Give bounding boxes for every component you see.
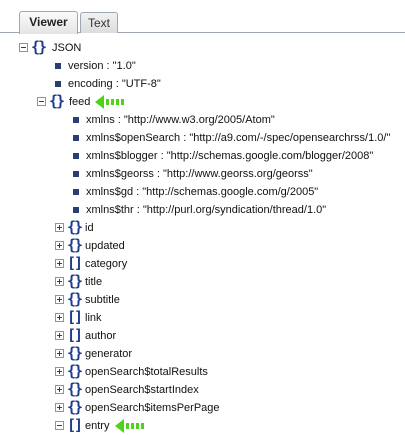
node-label: openSearch$totalResults: [85, 366, 208, 378]
node-label: entry: [85, 420, 110, 432]
node-label: generator: [85, 348, 133, 360]
green-arrow-icon: [115, 419, 144, 433]
node-label: xmlns$gd : "http://schemas.google.com/g/…: [86, 186, 319, 198]
expand-toggle-icon[interactable]: [55, 403, 64, 412]
node-label: xmlns$openSearch : "http://a9.com/-/spec…: [86, 132, 391, 144]
expand-toggle-icon[interactable]: [55, 313, 64, 322]
tree-node-entry[interactable]: [] entry: [55, 417, 165, 435]
array-icon: []: [67, 308, 83, 326]
array-icon: []: [67, 326, 83, 344]
node-label: JSON: [52, 42, 82, 54]
expand-toggle-icon[interactable]: [55, 259, 64, 268]
expand-toggle-icon[interactable]: [55, 223, 64, 232]
leaf-value-icon: [73, 171, 79, 177]
node-label: xmlns$thr : "http://purl.org/syndication…: [86, 204, 327, 216]
node-label: author: [85, 330, 117, 342]
leaf-value-icon: [73, 117, 79, 123]
tab-viewer[interactable]: Viewer: [19, 11, 78, 34]
node-label: openSearch$startIndex: [85, 384, 199, 396]
object-icon: {}: [31, 38, 47, 56]
expand-toggle-icon[interactable]: [55, 349, 64, 358]
leaf-value-icon: [73, 135, 79, 141]
node-label: openSearch$itemsPerPage: [85, 402, 220, 414]
object-icon: {}: [67, 272, 83, 290]
array-icon: []: [67, 416, 83, 434]
expand-toggle-icon[interactable]: [55, 385, 64, 394]
object-icon: {}: [67, 236, 83, 254]
object-icon: {}: [67, 398, 83, 416]
object-icon: {}: [67, 218, 83, 236]
collapse-toggle-icon[interactable]: [55, 421, 64, 430]
node-label: link: [85, 312, 102, 324]
expand-toggle-icon[interactable]: [55, 367, 64, 376]
object-icon: {}: [67, 344, 83, 362]
collapse-toggle-icon[interactable]: [19, 43, 28, 52]
leaf-value-icon: [55, 63, 61, 69]
expand-toggle-icon[interactable]: [55, 241, 64, 250]
object-icon: {}: [67, 380, 83, 398]
array-icon: []: [67, 254, 83, 272]
leaf-value-icon: [73, 207, 79, 213]
green-arrow-icon: [95, 95, 124, 109]
object-icon: {}: [67, 362, 83, 380]
expand-toggle-icon[interactable]: [55, 295, 64, 304]
node-label: xmlns$blogger : "http://schemas.google.c…: [86, 150, 374, 162]
node-label: encoding : "UTF-8": [68, 78, 161, 90]
node-label: title: [85, 276, 103, 288]
node-label: version : "1.0": [68, 60, 136, 72]
object-icon: {}: [67, 290, 83, 308]
tab-text[interactable]: Text: [80, 12, 118, 33]
expand-toggle-icon[interactable]: [55, 277, 64, 286]
node-label: xmlns$georss : "http://www.georss.org/ge…: [86, 168, 313, 180]
node-label: category: [85, 258, 128, 270]
leaf-value-icon: [73, 189, 79, 195]
collapse-toggle-icon[interactable]: [37, 97, 46, 106]
node-label: feed: [69, 96, 91, 108]
node-label: subtitle: [85, 294, 120, 306]
expand-toggle-icon[interactable]: [55, 331, 64, 340]
tree-node-feed[interactable]: {} feed: [37, 93, 147, 111]
leaf-value-icon: [55, 81, 61, 87]
node-label: xmlns : "http://www.w3.org/2005/Atom": [86, 114, 275, 126]
leaf-value-icon: [73, 153, 79, 159]
object-icon: {}: [49, 92, 65, 110]
view-tabs: Viewer Text: [0, 0, 405, 34]
node-label: updated: [85, 240, 125, 252]
node-label: id: [85, 222, 94, 234]
